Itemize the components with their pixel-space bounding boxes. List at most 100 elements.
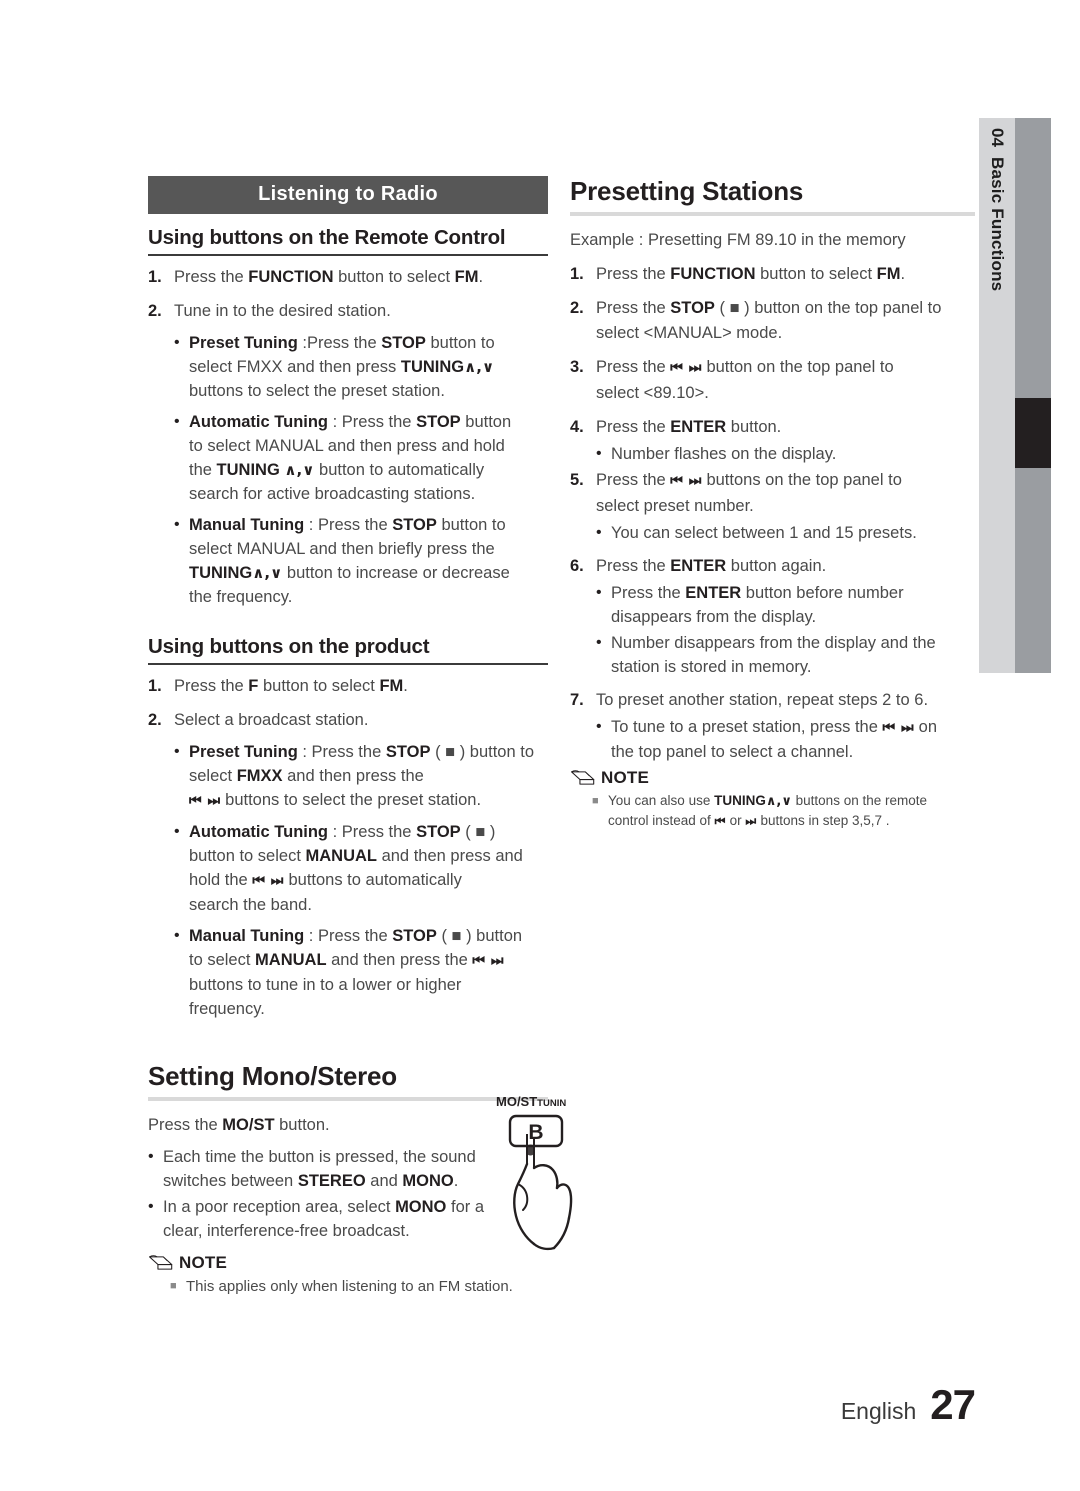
bold-mono: MONO	[402, 1172, 454, 1190]
bullet-manual-tuning: • Manual Tuning : Press the STOP button …	[148, 513, 548, 609]
bold-stereo: STEREO	[297, 1172, 366, 1190]
step-number: 1.	[148, 268, 162, 286]
bold-fmxx: FMXX	[236, 767, 283, 785]
bullet-number-flashes: • Number flashes on the display.	[570, 442, 975, 466]
mono-intro-line: Press the MO/ST button.	[148, 1116, 330, 1134]
bullet-dot-icon: •	[148, 1148, 154, 1165]
bullet-title: Preset Tuning	[189, 334, 298, 352]
bullet-title: Preset Tuning	[189, 743, 298, 761]
bold-stop: STOP	[385, 743, 431, 761]
step-bold-function: FUNCTION	[248, 268, 334, 286]
side-tab-marker	[1015, 398, 1051, 468]
pencil-icon	[148, 1255, 173, 1270]
bullet-tune-preset-station: • To tune to a preset station, press the…	[570, 715, 975, 764]
bullet-title: Automatic Tuning	[189, 823, 329, 841]
stop-square-icon-text: ( ■ )	[460, 823, 496, 841]
bold-enter: ENTER	[685, 584, 742, 602]
skip-buttons-icon: ⏮ ⏭	[670, 360, 702, 376]
bullet-title: Manual Tuning	[189, 516, 305, 534]
section-bar-listening-to-radio: Listening to Radio	[148, 176, 548, 214]
skip-buttons-icon: ⏮ ⏭	[472, 953, 504, 969]
bullet-number-disappears: • Number disappears from the display and…	[570, 631, 975, 679]
note-square-icon: ■	[170, 1280, 177, 1292]
section-heading-setting-mono-stereo: Setting Mono/Stereo	[148, 1061, 548, 1101]
step-text-mid: button to select	[333, 268, 455, 286]
bullet-text: select FMXX and then press	[189, 358, 401, 376]
side-tab-labels: 04 Basic Functions	[979, 118, 1015, 673]
bullet-text: select MANUAL and then briefly press the	[189, 540, 495, 558]
bullet-dot-icon: •	[596, 584, 602, 601]
step-number: 6.	[570, 557, 584, 575]
bold-tuning: TUNING	[216, 461, 280, 479]
note-header-left: NOTE	[148, 1253, 548, 1273]
button-label: MO/STTUNIN	[496, 1094, 566, 1109]
hand-illustration-svg: B	[508, 1114, 573, 1251]
bullet-text: buttons to select the preset station.	[189, 382, 445, 400]
bold-stop: STOP	[392, 516, 437, 534]
left-column: Listening to Radio Using buttons on the …	[148, 176, 548, 1297]
step-number: 7.	[570, 691, 584, 709]
bullet-text: :Press the	[297, 334, 382, 352]
bold-f-button: F	[248, 677, 259, 695]
bold-stop: STOP	[392, 927, 437, 945]
bullet-dot-icon: •	[596, 445, 602, 462]
bullet-dot-icon: •	[596, 524, 602, 541]
step-text: Select a broadcast station.	[174, 711, 369, 729]
step-item: 1. Press the FUNCTION button to select F…	[570, 262, 975, 287]
step-text: To preset another station, repeat steps …	[596, 691, 929, 709]
bullet-dot-icon: •	[596, 634, 602, 651]
step-number: 2.	[148, 711, 162, 729]
bullet-product-manual-tuning: • Manual Tuning : Press the STOP ( ■ ) b…	[148, 924, 548, 1021]
step-number: 1.	[148, 677, 162, 695]
step-text: Press the FUNCTION button to select FM.	[596, 265, 906, 283]
step-text: Press the ENTER button again.	[596, 557, 827, 575]
step-text: Press the ENTER button.	[596, 418, 782, 436]
step-item: 7. To preset another station, repeat ste…	[570, 688, 975, 713]
step-item: 1. Press the FUNCTION button to select F…	[148, 265, 548, 290]
footer-page-number: 27	[930, 1381, 976, 1428]
bold-mono: MONO	[395, 1198, 447, 1216]
step-text: Press the ⏮ ⏭ buttons on the top panel t…	[596, 471, 902, 515]
bullet-preset-range: • You can select between 1 and 15 preset…	[570, 521, 975, 545]
stop-square-icon-text: ( ■ ) button to	[430, 743, 534, 761]
subheading-remote-control: Using buttons on the Remote Control	[148, 226, 548, 256]
bullet-title: Manual Tuning	[189, 927, 305, 945]
right-column: Presetting Stations Example : Presetting…	[570, 176, 975, 831]
step-number: 4.	[570, 418, 584, 436]
bullet-mono-each-time: • Each time the button is pressed, the s…	[148, 1145, 548, 1193]
example-line: Example : Presetting FM 89.10 in the mem…	[570, 231, 906, 249]
skip-buttons-icon: ⏮ ⏭	[882, 720, 915, 736]
step-bold-fm: FM	[454, 268, 479, 286]
skip-back-icon: ⏮	[714, 814, 726, 828]
bullet-preset-tuning: • Preset Tuning :Press the STOP button t…	[148, 331, 548, 403]
bullet-product-preset-tuning: • Preset Tuning : Press the STOP ( ■ ) b…	[148, 740, 548, 813]
chapter-number: 04	[988, 128, 1007, 147]
bold-function: FUNCTION	[670, 265, 756, 283]
hand-pressing-button-figure: MO/STTUNIN B	[496, 1094, 578, 1251]
bullet-text: button to	[425, 334, 495, 352]
note-item: ■ This applies only when listening to an…	[148, 1276, 548, 1297]
skip-buttons-icon: ⏮ ⏭	[670, 473, 702, 489]
bold-enter: ENTER	[670, 557, 727, 575]
tuning-caret-icons: ∧,∨	[765, 794, 792, 809]
step-number: 5.	[570, 471, 584, 489]
button-label-sub: TUNIN	[537, 1098, 567, 1109]
bold-tuning: TUNING	[400, 358, 465, 376]
bold-fm: FM	[876, 265, 901, 283]
manual-page: 04 Basic Functions Listening to Radio Us…	[0, 0, 1080, 1491]
page-footer: English 27	[0, 1381, 976, 1429]
bullet-text: Number flashes on the display.	[611, 445, 837, 463]
tuning-caret-icons: ∧,∨	[284, 461, 315, 479]
bullet-dot-icon: •	[174, 516, 180, 533]
bullet-text: the	[189, 461, 217, 479]
skip-buttons-icon: ⏮ ⏭	[252, 873, 284, 889]
skip-buttons-icon: ⏮ ⏭	[189, 793, 221, 809]
step-text: Press the ⏮ ⏭ button on the top panel to…	[596, 358, 894, 402]
tuning-caret-icons: ∧,∨	[252, 564, 283, 582]
step-item: 4. Press the ENTER button.	[570, 415, 975, 440]
bold-manual: MANUAL	[255, 951, 327, 969]
section-heading-presetting-stations: Presetting Stations	[570, 176, 975, 216]
pencil-icon	[570, 770, 595, 785]
bold-enter: ENTER	[670, 418, 727, 436]
step-number: 2.	[570, 299, 584, 317]
